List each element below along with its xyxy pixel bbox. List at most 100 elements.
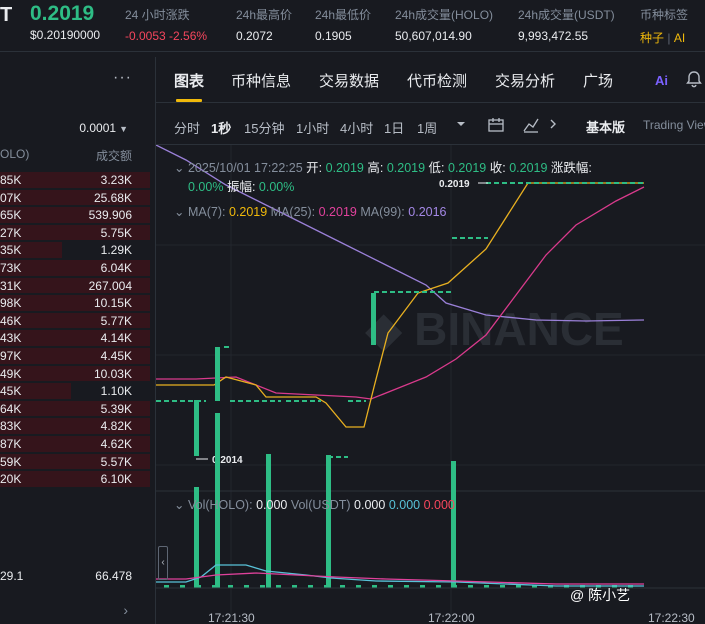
order-book-row[interactable]: 43K 4.14K: [0, 329, 150, 347]
ma99-value: 0.2016: [408, 205, 447, 219]
stat-label: 币种标签: [640, 8, 689, 22]
open-value: 0.2019: [325, 161, 364, 175]
order-book-row[interactable]: 87K 4.62K: [0, 435, 150, 453]
interval-timeshare[interactable]: 分时: [174, 118, 200, 137]
ma-legend: ⌄ MA(7): 0.2019 MA(25): 0.2019 MA(99): 0…: [174, 204, 447, 219]
volume-bar-tall: [266, 542, 271, 588]
tab-trading-data[interactable]: 交易数据: [319, 70, 379, 91]
chevron-right-icon[interactable]: [548, 116, 558, 132]
tab-token-check[interactable]: 代币检测: [407, 70, 467, 91]
high-marker-label: 0.2019: [439, 179, 470, 190]
order-book-row[interactable]: 45K 1.10K: [0, 382, 150, 400]
row-total: 1.10K: [100, 384, 132, 399]
row-amount: 27K: [0, 225, 22, 240]
order-book-row[interactable]: 97K 4.45K: [0, 347, 150, 365]
interval-4h[interactable]: 4小时: [340, 118, 373, 137]
tab-coin-info[interactable]: 币种信息: [231, 70, 291, 91]
interval-1w[interactable]: 1周: [417, 118, 437, 137]
stat-value: 50,607,014.90: [395, 29, 472, 43]
view-basic[interactable]: 基本版: [586, 117, 625, 136]
vol-ma1-value: 0.000: [388, 498, 421, 512]
precision-value: 0.0001: [79, 121, 117, 135]
change-label: 涨跌幅:: [550, 161, 592, 175]
interval-dropdown-icon[interactable]: [455, 116, 467, 132]
candle-body: [194, 400, 199, 456]
ohlc-legend-line2: 0.00% 振幅: 0.00%: [188, 176, 294, 195]
tag-list: 种子 | AI: [640, 29, 688, 46]
high-label: 高:: [367, 161, 384, 175]
row-total: 5.39K: [100, 401, 132, 416]
stat-label: 24h成交量(HOLO): [395, 8, 494, 22]
close-value: 0.2019: [509, 161, 548, 175]
order-book: ··· 0.0001 ▼ OLO) 成交额 85K 3.23K 07K 25.68K 65…: [0, 57, 150, 624]
time-axis-label: 17:22:30: [648, 611, 695, 624]
volume-bar-tall: [326, 547, 331, 588]
row-total: 3.23K: [100, 173, 132, 187]
view-tradingview[interactable]: Trading View: [643, 118, 705, 132]
tag-ai[interactable]: AI: [674, 31, 685, 45]
order-book-row[interactable]: 64K 5.39K: [0, 400, 150, 418]
row-total: 1.29K: [100, 243, 132, 258]
order-book-row[interactable]: 27K 5.75K: [0, 224, 150, 242]
interval-1d[interactable]: 1日: [384, 118, 404, 137]
order-book-row[interactable]: 49K 10.03K: [0, 365, 150, 383]
legend-toggle-icon[interactable]: ⌄: [174, 161, 184, 175]
row-amount: 20K: [0, 472, 22, 487]
row-total: 5.77K: [100, 313, 132, 328]
row-total: 10.03K: [93, 366, 132, 381]
volume-bar-tall: [215, 515, 220, 588]
stat-token-tags: 币种标签 种子 | AI: [640, 6, 688, 46]
ai-icon[interactable]: Ai: [655, 73, 668, 88]
stat-label: 24h最高价: [236, 8, 293, 22]
scroll-handle[interactable]: ‹: [158, 546, 168, 580]
vol-ma2-value: 0.000: [423, 498, 455, 512]
ma99-label: MA(99):: [360, 205, 405, 219]
order-book-row[interactable]: 73K 6.04K: [0, 259, 150, 277]
order-book-row[interactable]: 59K 5.57K: [0, 453, 150, 471]
ticker-header: T 0.2019 $0.20190000 24 小时涨跌 -0.0053 -2.…: [0, 0, 705, 52]
row-total: 539.906: [88, 208, 132, 223]
tab-chart[interactable]: 图表: [174, 70, 204, 91]
order-book-row[interactable]: 65K 539.906: [0, 206, 150, 224]
interval-1h[interactable]: 1小时: [296, 118, 329, 137]
time-axis-label: 17:21:30: [208, 611, 255, 624]
ma7-label: MA(7):: [187, 205, 226, 219]
row-amount: 65K: [0, 208, 22, 223]
vol-ma1-line: [156, 564, 644, 587]
row-amount: 07K: [0, 190, 22, 205]
chevron-right-icon[interactable]: ›: [123, 602, 128, 618]
order-book-row[interactable]: 46K 5.77K: [0, 312, 150, 330]
stat-label: 24h最低价: [315, 8, 372, 22]
row-total: 4.82K: [100, 419, 132, 434]
tab-square[interactable]: 广场: [583, 70, 613, 91]
order-book-row[interactable]: 31K 267.004: [0, 277, 150, 295]
close-label: 收:: [489, 161, 506, 175]
legend-toggle-icon[interactable]: ⌄: [174, 498, 184, 512]
vol-usdt-value: 0.000: [354, 498, 386, 512]
indicator-settings-icon[interactable]: [487, 116, 505, 134]
vol-holo-value: 0.000: [256, 498, 288, 512]
tag-seed[interactable]: 种子: [640, 31, 664, 45]
order-book-row[interactable]: 83K 4.82K: [0, 417, 150, 435]
symbol-name[interactable]: T: [0, 4, 12, 27]
stat-value: 9,993,472.55: [518, 29, 589, 43]
order-book-row[interactable]: 35K 1.29K: [0, 241, 150, 259]
tab-trade-analysis[interactable]: 交易分析: [495, 70, 555, 91]
precision-select[interactable]: 0.0001 ▼: [79, 121, 128, 135]
watermark: @ 陈小艺: [570, 587, 631, 603]
column-header-total: 成交额: [95, 149, 132, 163]
order-book-row[interactable]: 85K 3.23K: [0, 171, 150, 189]
drawing-tools-icon[interactable]: [522, 116, 540, 134]
order-book-row[interactable]: 98K 10.15K: [0, 294, 150, 312]
legend-toggle-icon[interactable]: ⌄: [174, 205, 184, 219]
order-book-row[interactable]: 07K 25.68K: [0, 189, 150, 207]
interval-1s[interactable]: 1秒: [211, 118, 231, 137]
vol-usdt-label: Vol(USDT): [290, 498, 351, 512]
bell-icon[interactable]: [686, 70, 702, 88]
legend-datetime: 2025/10/01 17:22:25: [187, 161, 303, 175]
more-options-icon[interactable]: ···: [113, 69, 132, 87]
order-book-row[interactable]: 20K 6.10K: [0, 470, 150, 488]
active-tab-indicator: [176, 99, 202, 102]
low-label: 低:: [428, 161, 445, 175]
interval-15m[interactable]: 15分钟: [244, 118, 284, 137]
